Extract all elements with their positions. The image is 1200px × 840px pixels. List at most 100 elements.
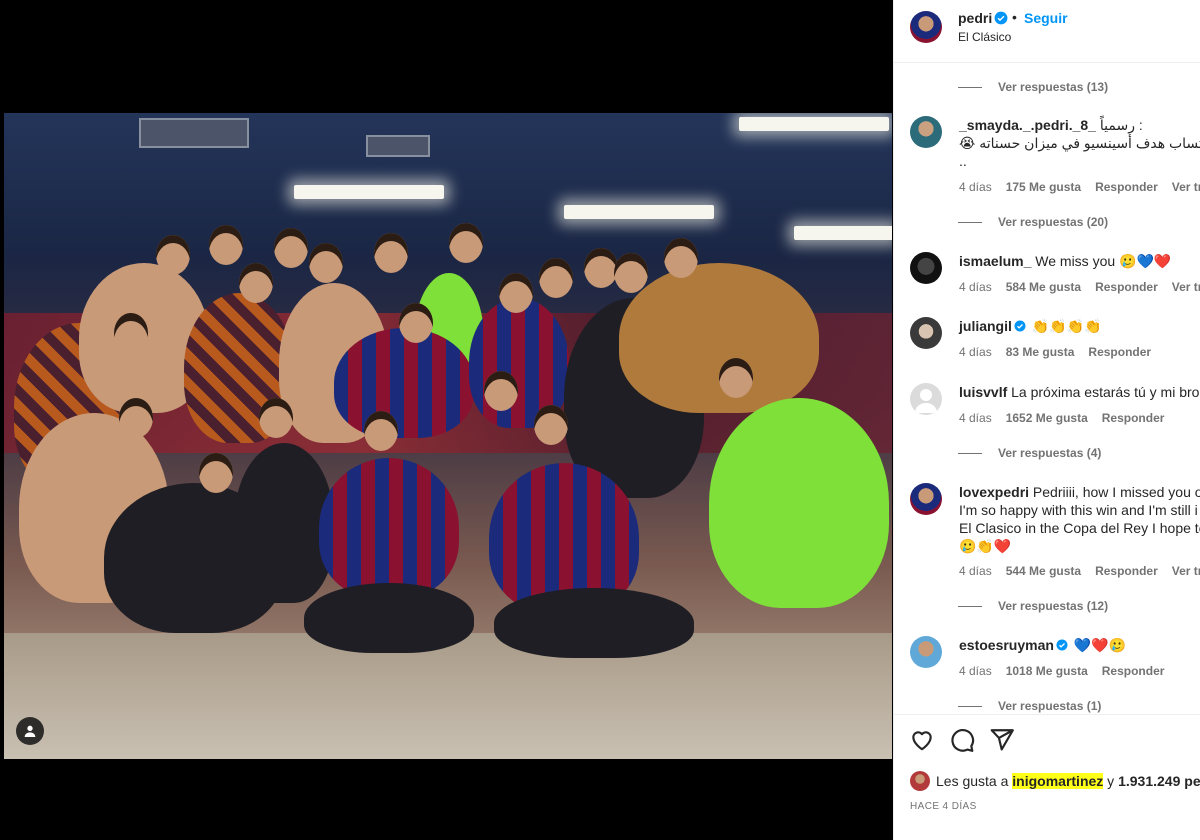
photo-vent xyxy=(139,118,249,148)
view-replies-button[interactable]: Ver respuestas (1) xyxy=(958,699,1101,713)
comment-likes[interactable]: 544 Me gusta xyxy=(1006,564,1081,578)
view-replies-button[interactable]: Ver respuestas (4) xyxy=(958,446,1101,460)
photo-face xyxy=(499,273,533,313)
photo-face xyxy=(114,313,148,353)
commenter-avatar[interactable] xyxy=(910,116,942,148)
commenter-avatar[interactable] xyxy=(910,383,942,415)
comment-text-line: 🥲👏❤️ xyxy=(959,538,1012,554)
comment-text: luisvvlf La próxima estarás tú y mi bro … xyxy=(959,384,1200,400)
verified-badge-icon xyxy=(994,11,1008,25)
commenter-username[interactable]: estoesruyman xyxy=(959,637,1054,653)
comment-meta: 4 días 83 Me gusta Responder xyxy=(959,345,1165,359)
liker-avatar[interactable] xyxy=(910,771,930,791)
commenter-username[interactable]: juliangil xyxy=(959,318,1012,334)
verified-badge-icon xyxy=(1014,320,1026,332)
comment-age[interactable]: 4 días xyxy=(959,280,992,294)
comment-age[interactable]: 4 días xyxy=(959,564,992,578)
post-photo[interactable] xyxy=(4,113,892,759)
photo-face xyxy=(156,235,190,275)
comments-list[interactable]: Ver respuestas (13) _smayda._.pedri._8_ … xyxy=(894,64,1200,714)
comment-likes[interactable]: 175 Me gusta xyxy=(1006,180,1081,194)
comment-text: _smayda._.pedri._8_ رسمياً : 😭 إحتساب هد… xyxy=(959,116,1200,170)
reply-button[interactable]: Responder xyxy=(1095,280,1158,294)
photo-face xyxy=(209,225,243,265)
author-username[interactable]: pedri xyxy=(958,10,992,26)
comment-age[interactable]: 4 días xyxy=(959,345,992,359)
translate-button[interactable]: Ver tradu xyxy=(1172,180,1200,194)
share-icon[interactable] xyxy=(989,727,1015,753)
translate-button[interactable]: Ver trad xyxy=(1172,280,1200,294)
photo-face xyxy=(274,228,308,268)
comment-meta: 4 días 584 Me gusta Responder Ver trad xyxy=(959,280,1200,294)
comment-likes[interactable]: 1018 Me gusta xyxy=(1006,664,1088,678)
commenter-username[interactable]: lovexpedri xyxy=(959,484,1029,500)
post-header: pedri • Seguir El Clásico xyxy=(894,0,1200,63)
photo-light xyxy=(294,185,444,199)
reply-button[interactable]: Responder xyxy=(1095,180,1158,194)
replies-line xyxy=(958,706,982,708)
comment-icon[interactable] xyxy=(949,727,975,753)
replies-line xyxy=(958,453,982,455)
likes-count[interactable]: 1.931.249 xyxy=(1118,773,1180,789)
post-time[interactable]: HACE 4 DÍAS xyxy=(910,801,977,812)
media-viewer xyxy=(0,0,893,840)
comment-likes[interactable]: 1652 Me gusta xyxy=(1006,411,1088,425)
author-avatar[interactable] xyxy=(910,11,942,43)
photo-face xyxy=(399,303,433,343)
comment-text-line: 😭 إحتساب هدف أسينسيو في ميزان حسناته xyxy=(959,135,1200,151)
photo-face xyxy=(259,398,293,438)
photo-face xyxy=(664,238,698,278)
post-sidebar: pedri • Seguir El Clásico Ver respuestas… xyxy=(893,0,1200,840)
photo-face xyxy=(449,223,483,263)
liker-username[interactable]: inigomartinez xyxy=(1012,773,1104,789)
follow-button[interactable]: Seguir xyxy=(1024,10,1068,26)
default-avatar-icon xyxy=(915,389,937,413)
photo-player xyxy=(319,458,459,598)
photo-face xyxy=(364,411,398,451)
commenter-avatar[interactable] xyxy=(910,317,942,349)
reply-button[interactable]: Responder xyxy=(1088,345,1151,359)
photo-light xyxy=(564,205,714,219)
comment-text: ismaelum_ We miss you 🥲💙❤️ xyxy=(959,253,1172,269)
comment-text-line: I'm so happy with this win and I'm still… xyxy=(959,502,1198,518)
commenter-avatar[interactable] xyxy=(910,636,942,668)
user-tag-button[interactable] xyxy=(16,717,44,745)
comment-meta: 4 días 175 Me gusta Responder Ver tradu xyxy=(959,180,1200,194)
photo-player xyxy=(334,328,474,438)
commenter-avatar[interactable] xyxy=(910,252,942,284)
comment-age[interactable]: 4 días xyxy=(959,411,992,425)
translate-button[interactable]: Ver trad xyxy=(1172,564,1200,578)
reply-button[interactable]: Responder xyxy=(1095,564,1158,578)
separator-dot: • xyxy=(1012,9,1017,25)
photo-light xyxy=(794,226,892,240)
heart-icon[interactable] xyxy=(909,727,935,753)
replies-line xyxy=(958,87,982,89)
comment-meta: 4 días 544 Me gusta Responder Ver trad xyxy=(959,564,1200,578)
comment-likes[interactable]: 584 Me gusta xyxy=(1006,280,1081,294)
photo-floor xyxy=(4,633,892,759)
comment-age[interactable]: 4 días xyxy=(959,664,992,678)
photo-face xyxy=(539,258,573,298)
post-location[interactable]: El Clásico xyxy=(958,30,1011,44)
reply-button[interactable]: Responder xyxy=(1102,411,1165,425)
comment-meta: 4 días 1018 Me gusta Responder xyxy=(959,664,1178,678)
reply-button[interactable]: Responder xyxy=(1102,664,1165,678)
photo-face xyxy=(309,243,343,283)
comment-likes[interactable]: 83 Me gusta xyxy=(1006,345,1075,359)
photo-player xyxy=(494,588,694,658)
view-replies-button[interactable]: Ver respuestas (12) xyxy=(958,599,1108,613)
photo-player xyxy=(709,398,889,608)
comment-meta: 4 días 1652 Me gusta Responder xyxy=(959,411,1178,425)
commenter-username[interactable]: luisvvlf xyxy=(959,384,1007,400)
photo-face xyxy=(199,453,233,493)
user-tag-icon xyxy=(24,725,36,737)
comment-text-line: El Clasico in the Copa del Rey I hope to xyxy=(959,520,1200,536)
view-replies-button[interactable]: Ver respuestas (20) xyxy=(958,215,1108,229)
commenter-avatar[interactable] xyxy=(910,483,942,515)
commenter-username[interactable]: _smayda._.pedri._8_ xyxy=(959,117,1096,133)
comment-text-line: .. xyxy=(959,153,967,169)
comment-age[interactable]: 4 días xyxy=(959,180,992,194)
commenter-username[interactable]: ismaelum_ xyxy=(959,253,1031,269)
verified-badge-icon xyxy=(1056,639,1068,651)
view-replies-button[interactable]: Ver respuestas (13) xyxy=(958,80,1108,94)
